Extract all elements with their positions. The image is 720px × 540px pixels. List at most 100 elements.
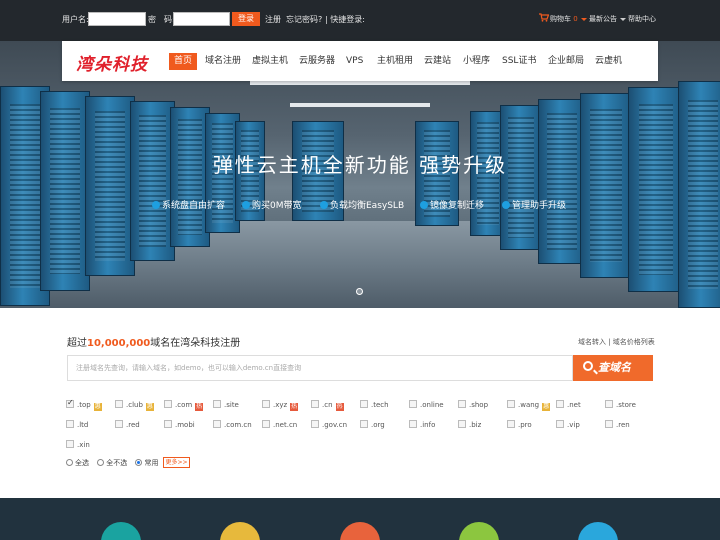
domain-links[interactable]: 域名转入 | 域名价格列表 xyxy=(578,337,655,347)
checkbox-icon[interactable] xyxy=(556,420,564,428)
domain-search-input[interactable]: 注册域名先查询，请输入域名，如demo，也可以输入demo.cn直接查询 xyxy=(67,355,573,381)
nav-item-email[interactable]: 企业邮局 xyxy=(548,53,584,70)
server-rack xyxy=(678,81,720,308)
password-input[interactable] xyxy=(173,12,230,26)
tld-option[interactable]: .gov.cn xyxy=(311,420,347,430)
checkbox-icon[interactable] xyxy=(409,400,417,408)
tld-option[interactable]: .top惠 xyxy=(66,398,102,411)
feature-icon[interactable] xyxy=(578,522,618,540)
tld-option[interactable]: .com 热 xyxy=(164,400,204,411)
checkbox-icon[interactable] xyxy=(66,440,74,448)
checkbox-icon[interactable] xyxy=(213,420,221,428)
chevron-down-icon xyxy=(580,17,587,21)
server-rack xyxy=(85,96,135,276)
tld-option[interactable]: .biz xyxy=(458,420,481,430)
radio-select-common[interactable]: 常用 xyxy=(135,459,158,467)
checkbox-icon[interactable] xyxy=(164,420,172,428)
tld-option[interactable]: .info xyxy=(409,420,435,430)
bullet-icon xyxy=(320,201,328,209)
nav-item-domain[interactable]: 域名注册 xyxy=(205,53,241,70)
tld-option[interactable]: .red xyxy=(115,420,140,430)
carousel-dot[interactable] xyxy=(356,288,363,295)
nav-item-virtual-host[interactable]: 虚拟主机 xyxy=(252,53,288,70)
promo-badge-icon: 惠 xyxy=(145,403,154,411)
tld-option[interactable]: .net xyxy=(556,400,581,410)
quick-login-label[interactable]: | 快捷登录: xyxy=(325,14,365,25)
username-input[interactable] xyxy=(88,12,146,26)
checkbox-icon[interactable] xyxy=(507,420,515,428)
tld-option[interactable]: .pro xyxy=(507,420,532,430)
feature-icon[interactable] xyxy=(220,522,260,540)
nav-item-cloud-site[interactable]: 云建站 xyxy=(424,53,451,70)
tld-option[interactable]: .net.cn xyxy=(262,420,297,430)
checkbox-icon[interactable] xyxy=(66,398,74,408)
news-dropdown[interactable]: 最新公告 xyxy=(589,14,626,24)
checkbox-icon[interactable] xyxy=(458,400,466,408)
checkbox-icon[interactable] xyxy=(66,420,74,428)
checkbox-icon[interactable] xyxy=(556,400,564,408)
feature-icon[interactable] xyxy=(459,522,499,540)
cart-icon[interactable] xyxy=(539,13,549,22)
forgot-password-link[interactable]: 忘记密码? xyxy=(286,14,322,25)
nav-item-cloud-vm[interactable]: 云虚机 xyxy=(595,53,622,70)
checkbox-icon[interactable] xyxy=(409,420,417,428)
feature-icon[interactable] xyxy=(340,522,380,540)
checkbox-icon[interactable] xyxy=(605,400,613,408)
tld-option[interactable]: .com.cn xyxy=(213,420,252,430)
tld-option[interactable]: .ltd xyxy=(66,420,88,430)
logo[interactable]: 湾朵科技 xyxy=(76,50,148,75)
feature-icon[interactable] xyxy=(101,522,141,540)
tld-option[interactable]: .tech xyxy=(360,400,389,410)
checkbox-icon[interactable] xyxy=(115,400,123,408)
checkbox-icon[interactable] xyxy=(311,420,319,428)
tld-option[interactable]: .xyz 热 xyxy=(262,400,299,411)
radio-select-all[interactable]: 全选 xyxy=(66,459,89,467)
nav-item-mini-program[interactable]: 小程序 xyxy=(463,53,490,70)
tld-option[interactable]: .wang 惠 xyxy=(507,400,551,411)
more-tlds-button[interactable]: 更多>> xyxy=(163,457,190,468)
tld-option[interactable]: .xin xyxy=(66,440,90,450)
nav-item-host-rental[interactable]: 主机租用 xyxy=(377,53,413,70)
help-link[interactable]: 帮助中心 xyxy=(628,14,656,24)
checkbox-icon[interactable] xyxy=(164,400,172,408)
register-link[interactable]: 注册 xyxy=(265,14,281,25)
tld-option[interactable]: .site xyxy=(213,400,239,410)
nav-item-cloud-server[interactable]: 云服务器 xyxy=(299,53,335,70)
tld-label: .ren xyxy=(616,421,630,429)
checkbox-icon[interactable] xyxy=(262,400,270,408)
checkbox-icon[interactable] xyxy=(360,420,368,428)
checkbox-icon[interactable] xyxy=(262,420,270,428)
domain-search-button[interactable]: 查域名 xyxy=(573,355,653,381)
nav-item-ssl[interactable]: SSL证书 xyxy=(502,53,536,70)
server-rack xyxy=(40,91,90,291)
tld-option[interactable]: .online xyxy=(409,400,444,410)
tld-option[interactable]: .vip xyxy=(556,420,580,430)
radio-icon xyxy=(66,459,73,466)
main-nav: 湾朵科技 首页 域名注册 虚拟主机 云服务器 VPS 主机租用 云建站 小程序 … xyxy=(62,41,658,81)
checkbox-icon[interactable] xyxy=(458,420,466,428)
checkbox-icon[interactable] xyxy=(605,420,613,428)
tld-option[interactable]: .club 惠 xyxy=(115,400,154,411)
tld-label: .online xyxy=(420,401,444,409)
radio-select-none[interactable]: 全不选 xyxy=(97,459,127,467)
tld-option[interactable]: .store xyxy=(605,400,636,410)
cart-link[interactable]: 购物车 0 xyxy=(550,14,587,24)
checkbox-icon[interactable] xyxy=(115,420,123,428)
login-button[interactable]: 登录 xyxy=(232,12,260,26)
tld-option[interactable]: .org xyxy=(360,420,385,430)
tld-option[interactable]: .cn 热 xyxy=(311,400,344,411)
tld-option[interactable]: .shop xyxy=(458,400,488,410)
tld-option[interactable]: .mobi xyxy=(164,420,195,430)
nav-item-home[interactable]: 首页 xyxy=(169,53,198,70)
tld-label: .tech xyxy=(371,401,389,409)
checkbox-icon[interactable] xyxy=(213,400,221,408)
hero-banner[interactable]: 弹性云主机全新功能 强势升级 系统盘自由扩容 购买0M带宽 负载均衡EasySL… xyxy=(0,41,720,308)
checkbox-icon[interactable] xyxy=(360,400,368,408)
hero-feature: 镜像复制迁移 xyxy=(420,198,484,211)
chevron-down-icon xyxy=(620,17,626,21)
tld-option[interactable]: .ren xyxy=(605,420,630,430)
tld-label: .shop xyxy=(469,401,489,409)
checkbox-icon[interactable] xyxy=(507,400,515,408)
checkbox-icon[interactable] xyxy=(311,400,319,408)
nav-item-vps[interactable]: VPS xyxy=(346,53,363,70)
